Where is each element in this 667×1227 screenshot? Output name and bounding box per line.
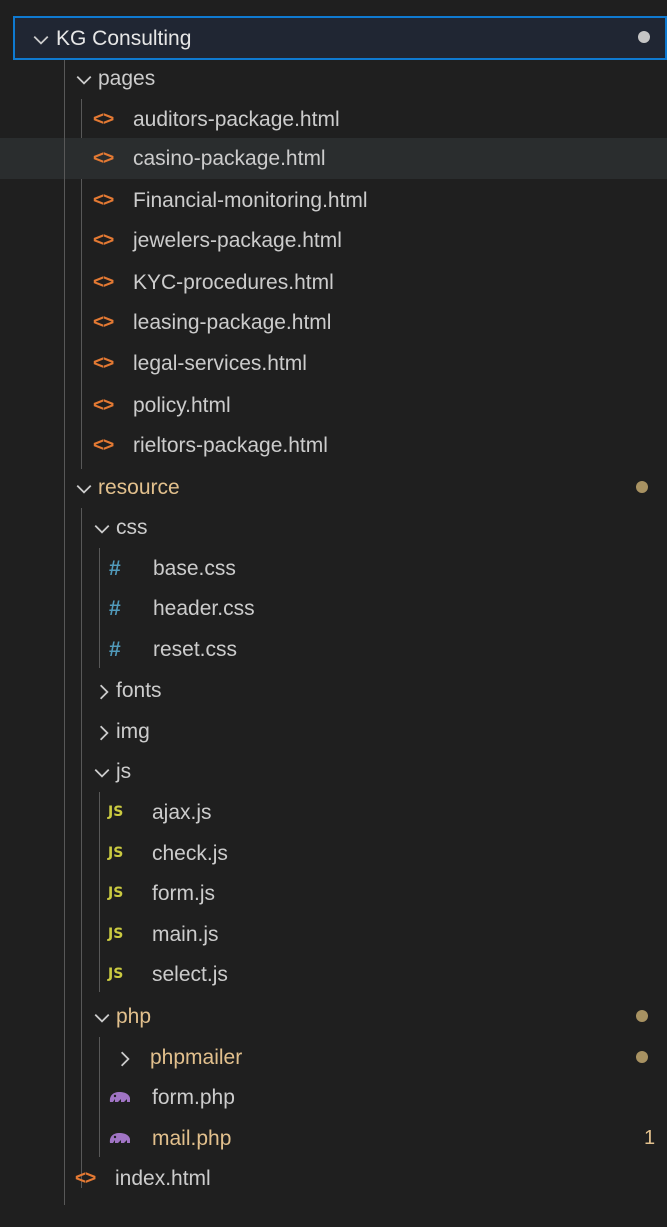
chevron-down-icon — [73, 58, 95, 99]
file-label: index.html — [115, 1167, 211, 1190]
file-row[interactable]: <> jewelers-package.html — [0, 220, 667, 261]
file-label: form.js — [152, 882, 215, 905]
folder-php[interactable]: php — [0, 996, 667, 1037]
file-label: policy.html — [133, 394, 231, 417]
chevron-right-icon — [114, 1037, 136, 1078]
file-label: select.js — [152, 963, 228, 986]
modified-dot — [636, 481, 648, 493]
modified-dot — [636, 1051, 648, 1063]
folder-label: phpmailer — [150, 1046, 243, 1069]
css-file-icon: # — [109, 597, 121, 620]
html-file-icon: <> — [93, 109, 114, 130]
file-row[interactable]: <> index.html — [0, 1158, 667, 1199]
file-row[interactable]: JS ajax.js — [0, 792, 667, 833]
unsaved-dot — [638, 31, 650, 43]
chevron-down-icon — [30, 18, 52, 59]
chevron-down-icon — [91, 751, 113, 792]
file-row[interactable]: JS check.js — [0, 833, 667, 874]
file-row[interactable]: <> policy.html — [0, 385, 667, 426]
folder-label: fonts — [116, 679, 162, 702]
chevron-right-icon — [93, 670, 115, 711]
file-row[interactable]: mail.php 1 — [0, 1118, 667, 1159]
folder-label: KG Consulting — [56, 27, 192, 50]
file-label: casino-package.html — [133, 147, 326, 170]
folder-resource[interactable]: resource — [0, 467, 667, 508]
html-file-icon: <> — [93, 272, 114, 293]
html-file-icon: <> — [93, 190, 114, 211]
folder-label: php — [116, 1005, 152, 1028]
folder-fonts[interactable]: fonts — [0, 670, 667, 711]
html-file-icon: <> — [93, 435, 114, 456]
file-row[interactable]: <> leasing-package.html — [0, 302, 667, 343]
file-label: base.css — [153, 557, 236, 580]
folder-kg-consulting[interactable]: KG Consulting — [13, 16, 667, 60]
folder-label: img — [116, 720, 150, 743]
file-row[interactable]: # base.css — [0, 548, 667, 589]
file-row[interactable]: <> KYC-procedures.html — [0, 262, 667, 303]
folder-label: pages — [98, 67, 156, 90]
js-file-icon: JS — [108, 804, 124, 820]
file-label: mail.php — [152, 1127, 232, 1150]
file-label: KYC-procedures.html — [133, 271, 334, 294]
folder-label: css — [116, 516, 148, 539]
folder-label: js — [116, 760, 132, 783]
folder-label: resource — [98, 476, 180, 499]
chevron-down-icon — [91, 507, 113, 548]
file-label: reset.css — [153, 638, 238, 661]
file-label: Financial-monitoring.html — [133, 189, 368, 212]
file-row[interactable]: JS form.js — [0, 873, 667, 914]
indent-guide — [64, 60, 65, 1205]
chevron-down-icon — [73, 467, 95, 508]
html-file-icon: <> — [93, 312, 114, 333]
folder-pages[interactable]: pages — [0, 58, 667, 99]
problem-count-badge: 1 — [644, 1127, 656, 1149]
file-label: legal-services.html — [133, 352, 307, 375]
file-explorer-tree: KG Consulting pages <> auditors-package.… — [0, 0, 667, 1227]
file-label: main.js — [152, 923, 219, 946]
html-file-icon: <> — [93, 230, 114, 251]
file-row[interactable]: # header.css — [0, 588, 667, 629]
css-file-icon: # — [109, 557, 121, 580]
file-row[interactable]: <> casino-package.html — [0, 138, 667, 179]
file-label: ajax.js — [152, 801, 212, 824]
modified-dot — [636, 1010, 648, 1022]
folder-css[interactable]: css — [0, 507, 667, 548]
folder-img[interactable]: img — [0, 711, 667, 752]
file-label: check.js — [152, 842, 228, 865]
js-file-icon: JS — [108, 845, 124, 861]
file-row[interactable]: <> rieltors-package.html — [0, 425, 667, 466]
file-row[interactable]: form.php — [0, 1077, 667, 1118]
html-file-icon: <> — [93, 148, 114, 169]
js-file-icon: JS — [108, 885, 124, 901]
file-label: jewelers-package.html — [133, 229, 342, 252]
chevron-down-icon — [91, 996, 113, 1037]
html-file-icon: <> — [93, 353, 114, 374]
file-label: form.php — [152, 1086, 235, 1109]
file-label: leasing-package.html — [133, 311, 332, 334]
file-row[interactable]: JS select.js — [0, 954, 667, 995]
file-label: auditors-package.html — [133, 108, 340, 131]
css-file-icon: # — [109, 638, 121, 661]
file-row[interactable]: JS main.js — [0, 914, 667, 955]
file-row[interactable]: <> Financial-monitoring.html — [0, 180, 667, 221]
file-row[interactable]: <> legal-services.html — [0, 343, 667, 384]
file-label: header.css — [153, 597, 255, 620]
js-file-icon: JS — [108, 966, 124, 982]
folder-js[interactable]: js — [0, 751, 667, 792]
file-row[interactable]: <> auditors-package.html — [0, 99, 667, 140]
folder-phpmailer[interactable]: phpmailer — [0, 1037, 667, 1078]
html-file-icon: <> — [93, 395, 114, 416]
file-label: rieltors-package.html — [133, 434, 328, 457]
chevron-right-icon — [93, 711, 115, 752]
js-file-icon: JS — [108, 926, 124, 942]
html-file-icon: <> — [75, 1168, 96, 1189]
file-row[interactable]: # reset.css — [0, 629, 667, 670]
